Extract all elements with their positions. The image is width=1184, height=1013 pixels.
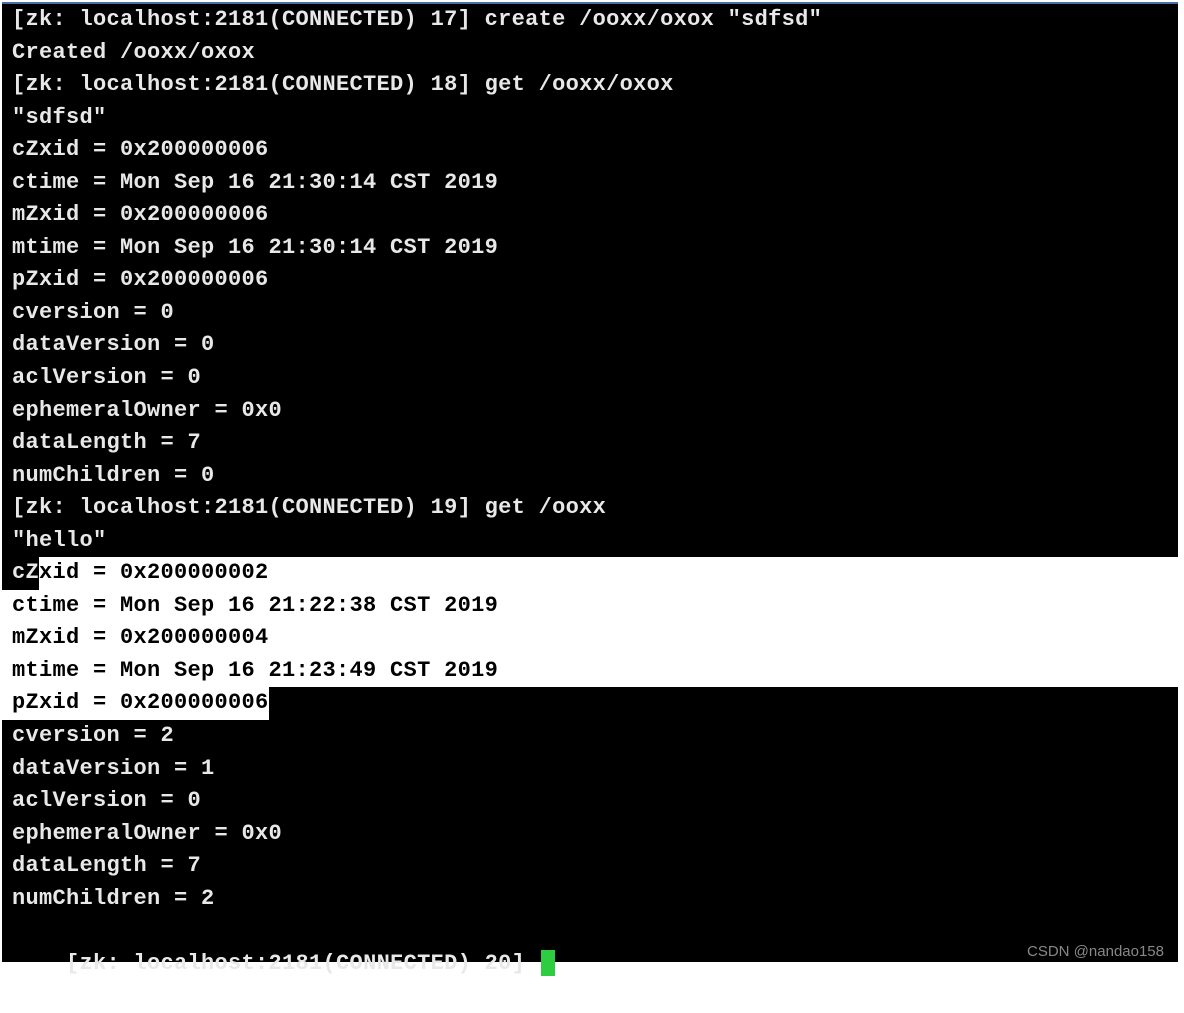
node2-ephemeralowner: ephemeralOwner = 0x0 [2, 818, 1178, 851]
node2-pzxid: pZxid = 0x200000006 [2, 687, 1178, 720]
node1-cversion: cversion = 0 [2, 297, 1178, 330]
watermark-text: CSDN @nandao158 [1027, 943, 1164, 960]
node1-aclversion: aclVersion = 0 [2, 362, 1178, 395]
node2-czxid-rest: xid = 0x200000002 [39, 557, 269, 590]
node2-dataversion: dataVersion = 1 [2, 753, 1178, 786]
node1-data: "sdfsd" [2, 102, 1178, 135]
node1-dataversion: dataVersion = 0 [2, 329, 1178, 362]
node2-pzxid-text: pZxid = 0x200000006 [2, 687, 269, 720]
prompt-line-17: [zk: localhost:2181(CONNECTED) 17] creat… [2, 4, 1178, 37]
prompt-line-19: [zk: localhost:2181(CONNECTED) 19] get /… [2, 492, 1178, 525]
node2-czxid-prefix: cZ [2, 557, 39, 590]
node2-czxid: cZxid = 0x200000002 [2, 557, 1178, 590]
prompt-line-18: [zk: localhost:2181(CONNECTED) 18] get /… [2, 69, 1178, 102]
prompt-line-20[interactable]: [zk: localhost:2181(CONNECTED) 20] [2, 915, 1178, 1013]
terminal-window[interactable]: [zk: localhost:2181(CONNECTED) 17] creat… [2, 2, 1178, 962]
node2-ctime: ctime = Mon Sep 16 21:22:38 CST 2019 [2, 590, 1178, 623]
node1-ctime: ctime = Mon Sep 16 21:30:14 CST 2019 [2, 167, 1178, 200]
node2-datalength: dataLength = 7 [2, 850, 1178, 883]
node2-data: "hello" [2, 525, 1178, 558]
node1-mtime: mtime = Mon Sep 16 21:30:14 CST 2019 [2, 232, 1178, 265]
output-created: Created /ooxx/oxox [2, 37, 1178, 70]
node2-mtime: mtime = Mon Sep 16 21:23:49 CST 2019 [2, 655, 1178, 688]
node1-ephemeralowner: ephemeralOwner = 0x0 [2, 395, 1178, 428]
node2-numchildren: numChildren = 2 [2, 883, 1178, 916]
node2-mzxid: mZxid = 0x200000004 [2, 622, 1178, 655]
node1-numchildren: numChildren = 0 [2, 460, 1178, 493]
node2-cversion: cversion = 2 [2, 720, 1178, 753]
cursor-icon [541, 950, 555, 976]
selection-fill [269, 557, 1178, 590]
node1-datalength: dataLength = 7 [2, 427, 1178, 460]
node1-mzxid: mZxid = 0x200000006 [2, 199, 1178, 232]
node1-czxid: cZxid = 0x200000006 [2, 134, 1178, 167]
node2-aclversion: aclVersion = 0 [2, 785, 1178, 818]
node1-pzxid: pZxid = 0x200000006 [2, 264, 1178, 297]
prompt-20-text: [zk: localhost:2181(CONNECTED) 20] [66, 951, 539, 976]
